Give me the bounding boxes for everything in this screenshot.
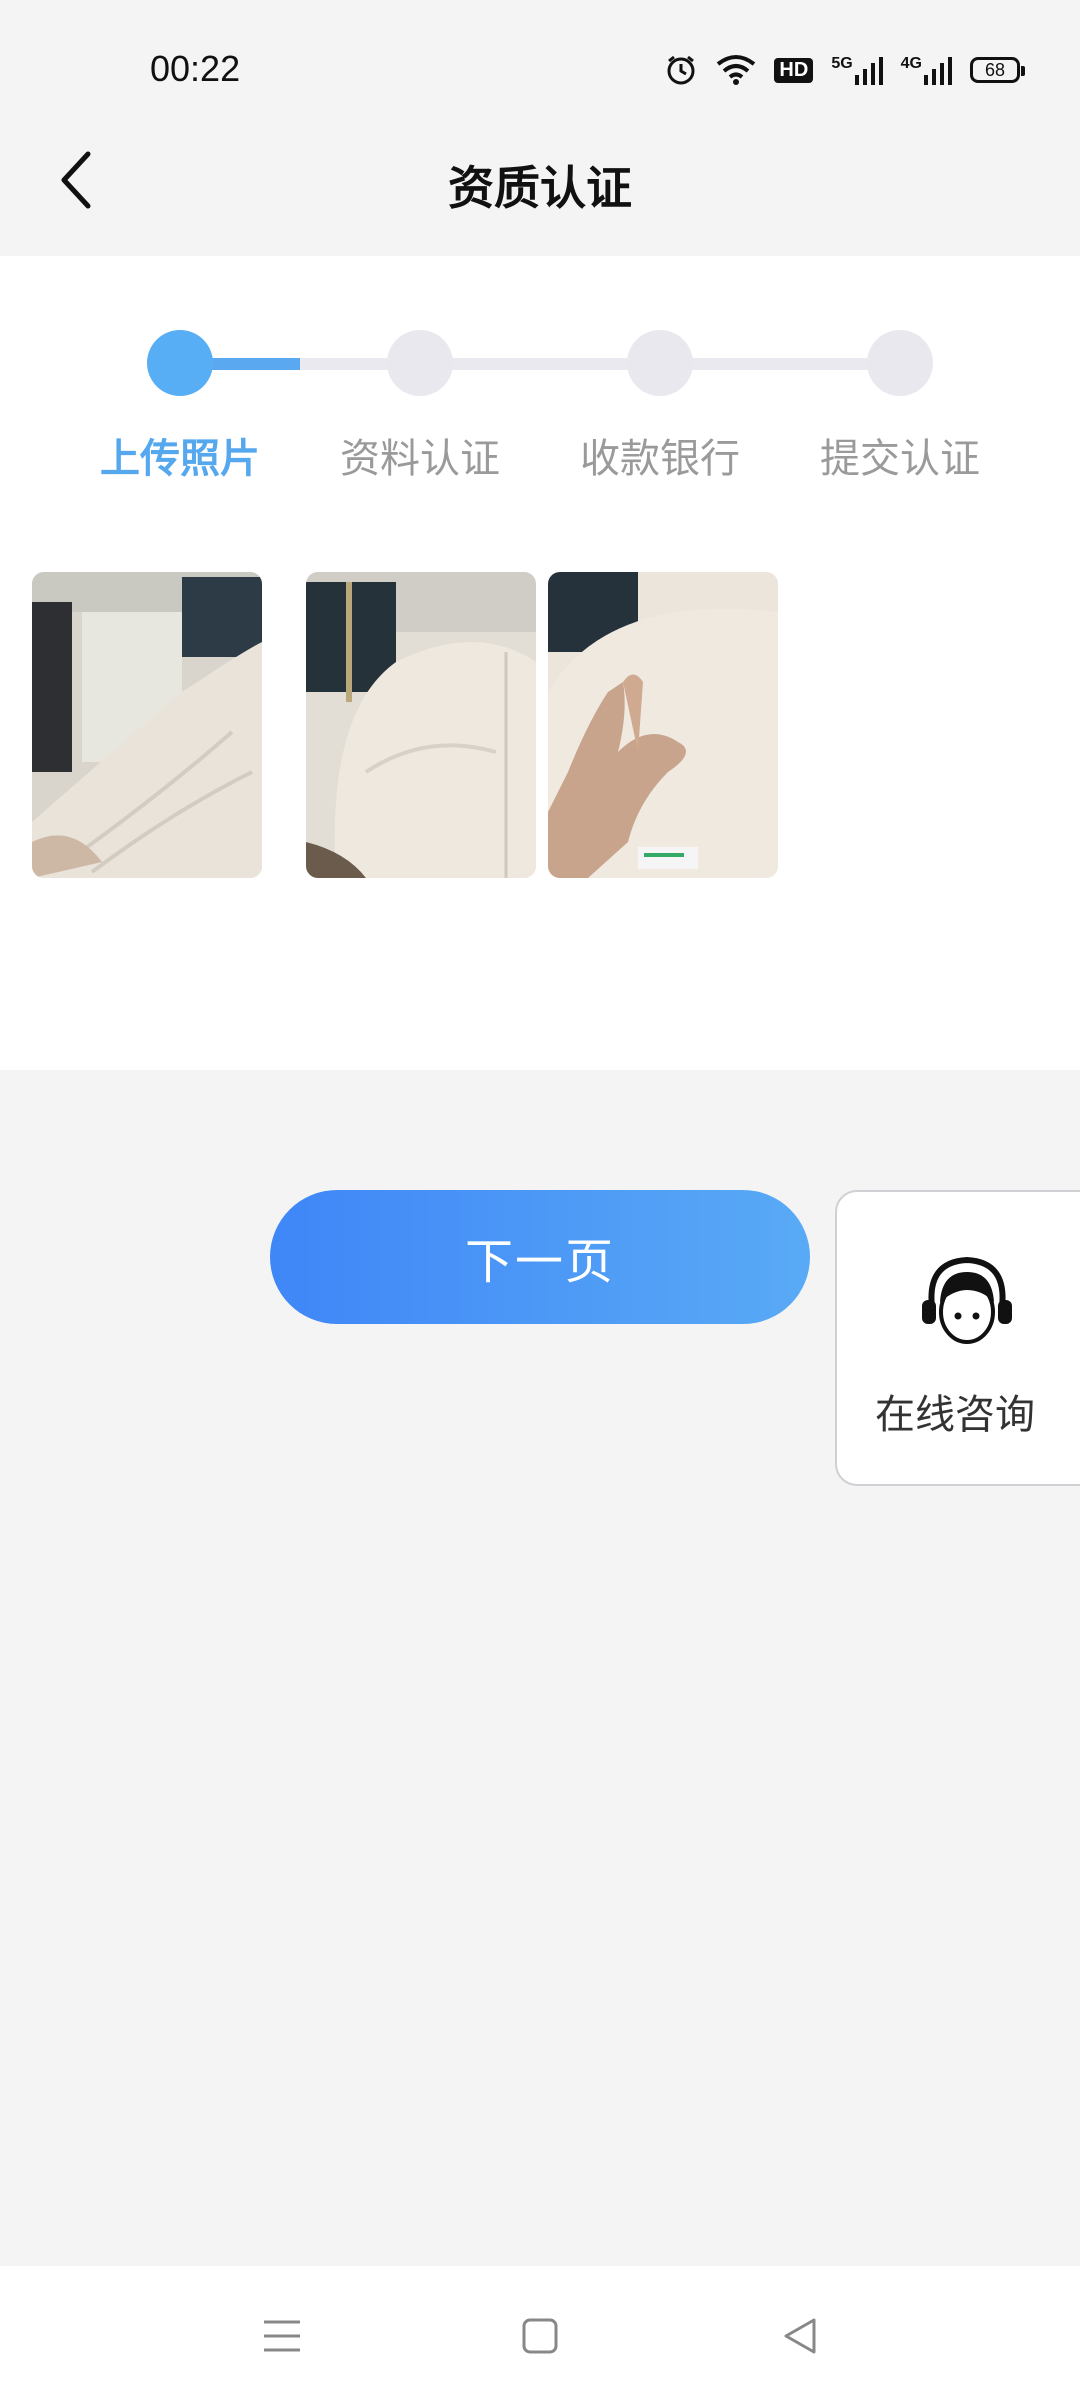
page-title: 资质认证	[448, 161, 632, 215]
photo-2[interactable]	[306, 572, 536, 878]
app-bar: 资质认证	[0, 106, 1080, 256]
wifi-icon	[716, 54, 756, 86]
menu-icon	[264, 2320, 300, 2352]
home-icon	[522, 2318, 558, 2354]
system-nav-bar	[0, 2266, 1080, 2400]
menu-nav-button[interactable]	[252, 2306, 312, 2366]
status-icons: HD 5G 4G 68	[664, 50, 1025, 90]
back-nav-button[interactable]	[770, 2306, 830, 2366]
step-dot-1	[147, 330, 213, 396]
status-bar: 00:22 HD 5G 4G 68	[0, 0, 1080, 106]
online-consult-button[interactable]: 在线咨询	[835, 1190, 1080, 1486]
headset-agent-icon	[922, 1256, 1012, 1344]
step-label-payment-bank[interactable]: 收款银行	[550, 426, 770, 484]
signal-4g-icon: 4G	[901, 55, 952, 85]
photo-1[interactable]	[32, 572, 262, 878]
step-label-upload-photo[interactable]: 上传照片	[70, 426, 290, 484]
battery-icon: 68	[970, 57, 1025, 83]
alarm-icon	[664, 53, 698, 87]
step-dot-3	[627, 330, 693, 396]
home-nav-button[interactable]	[510, 2306, 570, 2366]
step-dot-2	[387, 330, 453, 396]
step-label-submit[interactable]: 提交认证	[790, 426, 1010, 484]
step-label-info-verify[interactable]: 资料认证	[310, 426, 530, 484]
consult-label: 在线咨询	[875, 1392, 1035, 1438]
signal-5g-icon: 5G	[831, 55, 883, 85]
next-page-button[interactable]: 下一页	[270, 1190, 810, 1324]
back-triangle-icon	[784, 2318, 816, 2354]
photo-3[interactable]	[548, 572, 778, 878]
status-time: 00:22	[150, 48, 241, 89]
step-dot-4	[867, 330, 933, 396]
hd-icon: HD	[774, 57, 814, 83]
